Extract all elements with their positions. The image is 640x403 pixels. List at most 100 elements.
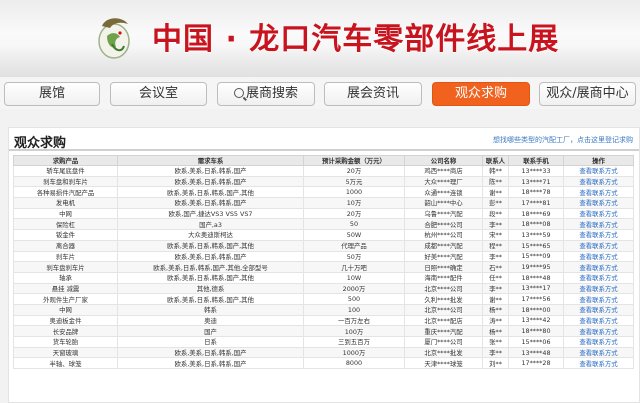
view-contact-link[interactable]: 查看联系方式 bbox=[563, 229, 634, 241]
tab-exhibition-news[interactable]: 展会资讯 bbox=[324, 82, 422, 106]
search-icon bbox=[233, 88, 244, 98]
col-product-cell: 中网 bbox=[13, 207, 118, 220]
col-company-cell: 久利****批发 bbox=[404, 293, 483, 305]
section-divider bbox=[9, 149, 639, 151]
col-phone-cell: 18****00 bbox=[508, 303, 564, 316]
tab-label: 观众求购 bbox=[454, 86, 507, 101]
view-contact-link[interactable]: 查看联系方式 bbox=[563, 303, 634, 316]
col-company-cell: 北京****公司 bbox=[404, 303, 483, 316]
view-contact-link[interactable]: 查看联系方式 bbox=[563, 357, 634, 370]
col-phone-cell: 15****09 bbox=[508, 250, 564, 263]
col-amount-cell: 10万 bbox=[303, 197, 405, 209]
tab-visitor-exhibitor-center[interactable]: 观众/展商中心 bbox=[539, 82, 636, 106]
header-action: 操作 bbox=[563, 155, 634, 166]
tab-exhibitor-search[interactable]: 展商搜索 bbox=[217, 82, 315, 106]
col-amount-cell: 20万 bbox=[303, 207, 405, 220]
col-company-cell: 合肥****公司 bbox=[404, 218, 483, 231]
view-contact-link[interactable]: 查看联系方式 bbox=[563, 346, 634, 359]
view-contact-link[interactable]: 查看联系方式 bbox=[563, 336, 634, 348]
view-contact-link[interactable]: 查看联系方式 bbox=[563, 165, 634, 177]
table-row: 长安品牌 国产 100万 重庆****汽配 杨** 18****80 查看联系方式 bbox=[13, 325, 634, 337]
view-contact-link[interactable]: 查看联系方式 bbox=[563, 325, 634, 337]
col-phone-cell: 13****17 bbox=[508, 282, 564, 295]
table-row: 中网 欧系,国产,捷达VS3 VS5 VS7 20万 乌鲁****汽配 段** 18***… bbox=[13, 207, 634, 220]
col-phone-cell: 15****06 bbox=[508, 336, 564, 348]
col-amount-cell: 50 bbox=[303, 218, 405, 231]
col-amount-cell: 8000 bbox=[303, 357, 405, 370]
col-company-cell: 成都****汽配 bbox=[404, 239, 483, 252]
table-row: 离合器 欧系,美系,日系,韩系,国产,其他 代理产品 成都****汽配 程** 15***… bbox=[13, 239, 634, 252]
col-car-series-cell: 欧系,国产,捷达VS3 VS5 VS7 bbox=[117, 207, 304, 220]
col-phone-cell: 13****59 bbox=[508, 229, 564, 241]
col-car-series-cell: 日系 bbox=[117, 336, 304, 348]
col-phone-cell: 17****28 bbox=[508, 357, 564, 370]
table-row: 奥迪板金件 奥迪 一百万左右 北京****配店 涛** 13****42 查看联系方式 bbox=[13, 314, 634, 327]
col-amount-cell: 50万 bbox=[303, 250, 405, 263]
col-contact-cell: 刘** bbox=[482, 357, 509, 370]
col-company-cell: 杭州****公司 bbox=[404, 229, 483, 241]
col-phone-cell: 17****81 bbox=[508, 197, 564, 209]
col-amount-cell: 代理产品 bbox=[303, 239, 405, 252]
view-contact-link[interactable]: 查看联系方式 bbox=[563, 250, 634, 263]
col-amount-cell: 20万 bbox=[303, 165, 405, 177]
view-contact-link[interactable]: 查看联系方式 bbox=[563, 261, 634, 273]
col-product-cell: 刹车盘和刹车片 bbox=[13, 175, 118, 188]
col-car-series-cell: 欧系,美系,日系,韩系,国产 bbox=[117, 175, 304, 188]
col-amount-cell: 500 bbox=[303, 293, 405, 305]
col-contact-cell: 谢** bbox=[482, 293, 509, 305]
col-contact-cell: 李** bbox=[482, 250, 509, 263]
col-car-series-cell: 大众奥迪斯柯达 bbox=[117, 229, 304, 241]
col-contact-cell: 李** bbox=[482, 218, 509, 231]
col-car-series-cell: 欧系,美系,日系,韩系,国产 bbox=[117, 197, 304, 209]
col-product-cell: 半轴、球笼 bbox=[13, 357, 118, 370]
tab-meeting-room[interactable]: 会议室 bbox=[110, 82, 207, 106]
col-phone-cell: 13****42 bbox=[508, 314, 564, 327]
col-contact-cell: 任** bbox=[482, 271, 509, 284]
header-amount: 预计采购金额（万元） bbox=[303, 155, 405, 166]
col-car-series-cell: 国产,a3 bbox=[117, 218, 304, 231]
tab-buyer-requests[interactable]: 观众求购 bbox=[432, 82, 530, 106]
col-car-series-cell: 韩系 bbox=[117, 303, 304, 316]
col-phone-cell: 18****69 bbox=[508, 207, 564, 220]
view-contact-link[interactable]: 查看联系方式 bbox=[563, 186, 634, 199]
view-contact-link[interactable]: 查看联系方式 bbox=[563, 207, 634, 220]
col-contact-cell: 李** bbox=[482, 346, 509, 359]
view-contact-link[interactable]: 查看联系方式 bbox=[563, 314, 634, 327]
view-contact-link[interactable]: 查看联系方式 bbox=[563, 175, 634, 188]
col-product-cell: 轴承 bbox=[13, 271, 118, 284]
col-contact-cell: 段** bbox=[482, 207, 509, 220]
col-product-cell: 货车轮胎 bbox=[13, 336, 118, 348]
col-amount-cell: 三到五百万 bbox=[303, 336, 405, 348]
tab-pavilion[interactable]: 展馆 bbox=[4, 82, 100, 106]
tab-label: 展馆 bbox=[38, 86, 65, 101]
table-row: 中网 韩系 100 北京****公司 杨** 18****00 查看联系方式 bbox=[13, 303, 634, 316]
col-car-series-cell: 欧系,美系,日系,韩系,国产 bbox=[117, 346, 304, 359]
col-car-series-cell: 欧系,美系,日系,韩系,国产,其他,全部型号 bbox=[117, 261, 304, 273]
view-contact-link[interactable]: 查看联系方式 bbox=[563, 218, 634, 231]
view-contact-link[interactable]: 查看联系方式 bbox=[563, 282, 634, 295]
table-body: 轿车尾底盘件 欧系,美系,日系,韩系,国产 20万 鸡西****商店 韩** 13****… bbox=[13, 165, 634, 370]
view-contact-link[interactable]: 查看联系方式 bbox=[563, 239, 634, 252]
table-row: 轴承 欧系,美系,日系,韩系,国产,其他 10W 海南****配件 任** 18****4… bbox=[13, 271, 634, 284]
table-row: 半轴、球笼 欧系,美系,日系,韩系,国产 8000 天津****球笼 刘** 17****… bbox=[13, 357, 634, 370]
col-company-cell: 重庆****汽配 bbox=[404, 325, 483, 337]
col-amount-cell: 100万 bbox=[303, 325, 405, 337]
col-product-cell: 长安品牌 bbox=[13, 325, 118, 337]
register-request-link[interactable]: 想找哪些类型的汽配工厂，点击这里登记求购 bbox=[493, 135, 633, 145]
table-row: 刹车盘刹车片 欧系,美系,日系,韩系,国产,其他,全部型号 几十万吧 日照****确定… bbox=[13, 261, 634, 273]
col-phone-cell: 18****78 bbox=[508, 186, 564, 199]
col-product-cell: 发电机 bbox=[13, 197, 118, 209]
col-amount-cell: 100 bbox=[303, 303, 405, 316]
view-contact-link[interactable]: 查看联系方式 bbox=[563, 271, 634, 284]
banner-title: 中国 · 龙口汽车零部件线上展 bbox=[152, 22, 560, 57]
col-contact-cell: 谢** bbox=[482, 186, 509, 199]
col-amount-cell: 2000万 bbox=[303, 282, 405, 295]
col-product-cell: 天窗玻璃 bbox=[13, 346, 118, 359]
tab-label: 展会资讯 bbox=[346, 86, 399, 101]
col-car-series-cell: 欧系,美系,日系,韩系,国产 bbox=[117, 165, 304, 177]
view-contact-link[interactable]: 查看联系方式 bbox=[563, 293, 634, 305]
col-company-cell: 日照****确定 bbox=[404, 261, 483, 273]
requests-table: 求购产品 需求车系 预计采购金额（万元） 公司名称 联系人 联系手机 操作 轿车尾底盘件 欧系… bbox=[13, 155, 634, 370]
col-car-series-cell: 欧系,美系,日系,韩系,国产 bbox=[117, 357, 304, 370]
view-contact-link[interactable]: 查看联系方式 bbox=[563, 197, 634, 209]
